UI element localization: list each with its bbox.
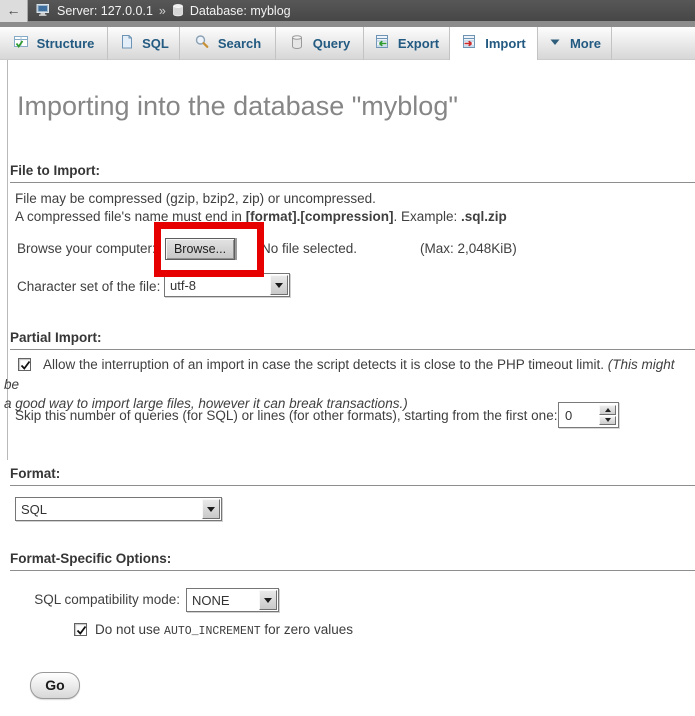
structure-icon [13, 34, 29, 53]
database-icon [172, 3, 184, 20]
sql-icon [118, 34, 134, 53]
allow-interruption-label: Allow the interruption of an import in c… [43, 357, 608, 372]
breadcrumb-bar: ← Server: 127.0.0.1 » Database: myblog [0, 0, 695, 27]
autoincrement-label-prefix: Do not use [95, 622, 164, 637]
search-icon [194, 34, 210, 53]
tab-label: Import [485, 36, 525, 51]
breadcrumb-database-link[interactable]: Database: myblog [190, 4, 291, 18]
tab-label: More [570, 36, 601, 51]
skip-queries-value: 0 [559, 403, 599, 427]
sql-compatibility-value: NONE [187, 593, 259, 608]
tab-structure[interactable]: Structure [0, 27, 108, 60]
tab-bar: Structure SQL Search [0, 27, 695, 60]
compression-info-line1: File may be compressed (gzip, bzip2, zip… [15, 191, 376, 206]
dropdown-arrow-icon[interactable] [270, 275, 288, 295]
browse-computer-label: Browse your computer: [17, 241, 156, 256]
section-heading-partial-import: Partial Import: [10, 330, 695, 350]
format-select-value: SQL [16, 502, 202, 517]
spin-up-button[interactable] [599, 405, 616, 415]
breadcrumb-separator: » [159, 4, 166, 18]
back-arrow-button[interactable]: ← [0, 0, 28, 22]
tab-label: Query [313, 36, 351, 51]
no-file-selected-text: No file selected. [261, 241, 357, 256]
tab-label: SQL [142, 36, 169, 51]
autoincrement-row: Do not use AUTO_INCREMENT for zero value… [74, 622, 353, 638]
format-compression-bold: [format].[compression] [246, 209, 394, 224]
chevron-down-icon [548, 35, 562, 52]
go-button[interactable]: Go [30, 672, 80, 699]
max-size-note: (Max: 2,048KiB) [420, 241, 517, 256]
sql-compatibility-label: SQL compatibility mode: [0, 592, 180, 607]
tab-sql[interactable]: SQL [108, 27, 180, 60]
format-select[interactable]: SQL [15, 497, 222, 521]
import-icon [461, 34, 477, 53]
tab-query[interactable]: Query [276, 27, 364, 60]
section-heading-format: Format: [10, 466, 695, 486]
sql-compatibility-select[interactable]: NONE [186, 588, 279, 612]
query-icon [289, 34, 305, 53]
tab-label: Search [218, 36, 261, 51]
autoincrement-checkbox[interactable] [74, 623, 87, 636]
tab-export[interactable]: Export [364, 27, 450, 60]
charset-select[interactable]: utf-8 [164, 273, 290, 297]
breadcrumb-server-link[interactable]: Server: 127.0.0.1 [57, 4, 153, 18]
compression-info-line2: A compressed file's name must end in [fo… [15, 209, 507, 224]
dropdown-arrow-icon[interactable] [202, 499, 220, 519]
autoincrement-label-suffix: for zero values [261, 622, 353, 637]
page-title: Importing into the database "myblog" [17, 91, 458, 122]
dropdown-arrow-icon[interactable] [259, 590, 277, 610]
phpmyadmin-import-page: ← Server: 127.0.0.1 » Database: myblog [0, 0, 695, 716]
allow-interruption-checkbox[interactable] [18, 358, 31, 371]
autoincrement-code: AUTO_INCREMENT [164, 625, 261, 638]
spin-down-button[interactable] [599, 416, 616, 426]
section-heading-format-specific: Format-Specific Options: [10, 551, 695, 571]
breadcrumb: Server: 127.0.0.1 » Database: myblog [36, 3, 291, 19]
info-text: A compressed file's name must end in [15, 209, 246, 224]
charset-select-value: utf-8 [165, 278, 270, 293]
browse-button[interactable]: Browse... [165, 238, 235, 260]
tab-label: Export [398, 36, 439, 51]
tab-search[interactable]: Search [180, 27, 276, 60]
sql-zip-bold: .sql.zip [461, 209, 507, 224]
tab-import[interactable]: Import [450, 27, 538, 60]
info-text: . Example: [393, 209, 461, 224]
skip-queries-input[interactable]: 0 [558, 402, 619, 428]
charset-label: Character set of the file: [17, 279, 160, 294]
tab-more[interactable]: More [538, 27, 612, 60]
tab-label: Structure [37, 36, 95, 51]
section-heading-file-to-import: File to Import: [10, 163, 695, 183]
spinner-buttons [599, 405, 616, 425]
server-icon [36, 3, 51, 20]
export-icon [374, 34, 390, 53]
skip-queries-label: Skip this number of queries (for SQL) or… [15, 408, 557, 423]
